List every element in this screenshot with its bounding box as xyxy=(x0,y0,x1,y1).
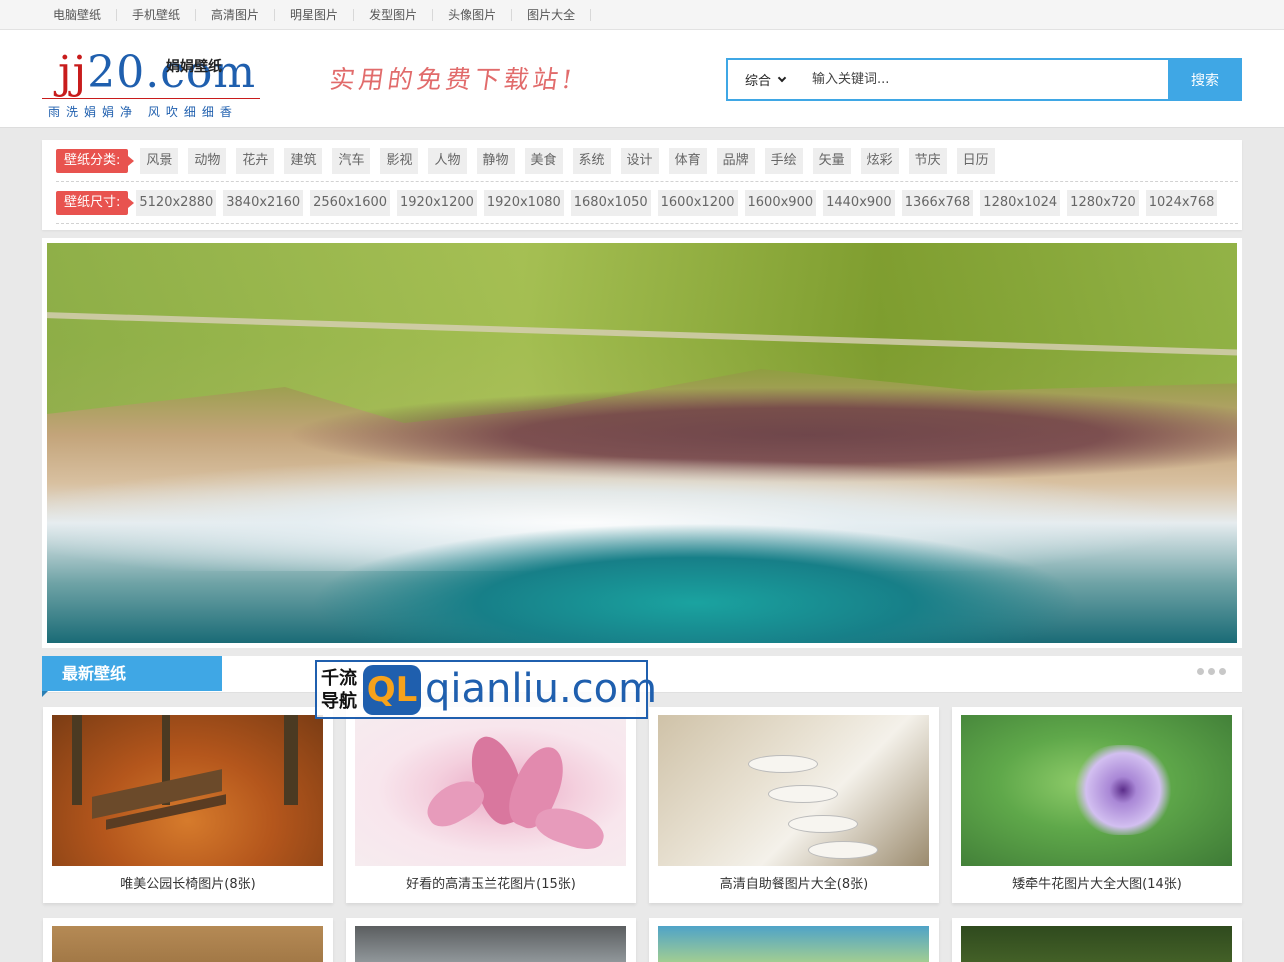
site-header: jj20.com 娟娟壁纸 雨洗娟娟净 风吹细细香 实用的免费下载站! 综合 搜… xyxy=(0,30,1284,128)
size-tag[interactable]: 1366x768 xyxy=(901,189,974,216)
category-tag[interactable]: 动物 xyxy=(188,147,227,174)
wallpaper-card[interactable] xyxy=(43,918,333,962)
category-tag[interactable]: 日历 xyxy=(956,147,995,174)
category-tag[interactable]: 矢量 xyxy=(812,147,851,174)
search-input[interactable] xyxy=(802,60,1168,99)
banner-image-coastline xyxy=(47,243,1237,643)
nav-item-desktop-wallpaper[interactable]: 电脑壁纸 xyxy=(38,9,118,21)
thumb-magnolia xyxy=(355,715,626,866)
search-type-select[interactable]: 综合 xyxy=(728,60,802,99)
hero-banner[interactable] xyxy=(42,238,1242,648)
wallpaper-card[interactable] xyxy=(346,918,636,962)
more-icon[interactable] xyxy=(1197,668,1226,675)
size-tag[interactable]: 1920x1080 xyxy=(483,189,564,216)
size-tag[interactable]: 1440x900 xyxy=(823,189,895,216)
size-tag[interactable]: 5120x2880 xyxy=(136,189,217,216)
category-tag[interactable]: 影视 xyxy=(380,147,419,174)
size-tag[interactable]: 1280x720 xyxy=(1067,189,1139,216)
search-button[interactable]: 搜索 xyxy=(1168,58,1242,101)
wallpaper-card[interactable] xyxy=(952,918,1242,962)
search-type-value: 综合 xyxy=(744,74,771,89)
site-logo[interactable]: jj20.com 娟娟壁纸 雨洗娟娟净 风吹细细香 xyxy=(40,48,262,120)
size-tag[interactable]: 1024x768 xyxy=(1145,189,1218,216)
thumb-partial xyxy=(52,926,323,962)
wallpaper-filter: 壁纸分类: 风景 动物 花卉 建筑 汽车 影视 人物 静物 美食 系统 设计 体育 品牌 手绘 矢量 炫彩 节庆… xyxy=(42,140,1242,230)
section-title: 最新壁纸 xyxy=(42,656,222,697)
size-tag[interactable]: 1600x1200 xyxy=(657,189,738,216)
wallpaper-grid: 唯美公园长椅图片(8张) 好看的高清玉兰花图片(15张) 高清自助餐图片大全(8… xyxy=(42,700,1242,962)
watermark-cn-text: 千流 导航 xyxy=(321,668,357,712)
watermark-domain: qianliu.com xyxy=(425,666,658,712)
search-bar: 综合 搜索 xyxy=(726,58,1242,101)
thumb-partial xyxy=(961,926,1232,962)
wallpaper-card[interactable]: 唯美公园长椅图片(8张) xyxy=(43,707,333,903)
nav-item-image-collection[interactable]: 图片大全 xyxy=(512,9,592,21)
size-tag[interactable]: 1280x1024 xyxy=(980,189,1061,216)
thumb-petunia xyxy=(961,715,1232,866)
top-nav: 电脑壁纸 手机壁纸 高清图片 明星图片 发型图片 头像图片 图片大全 xyxy=(0,0,1284,30)
category-tag[interactable]: 汽车 xyxy=(332,147,371,174)
thumb-buffet xyxy=(658,715,929,866)
nav-item-mobile-wallpaper[interactable]: 手机壁纸 xyxy=(117,9,197,21)
category-tag[interactable]: 美食 xyxy=(524,147,563,174)
category-tag[interactable]: 建筑 xyxy=(284,147,323,174)
category-tag[interactable]: 系统 xyxy=(572,147,611,174)
size-tag[interactable]: 1600x900 xyxy=(744,189,817,216)
category-tag[interactable]: 花卉 xyxy=(236,147,275,174)
wallpaper-card[interactable]: 好看的高清玉兰花图片(15张) xyxy=(346,707,636,903)
thumb-park-bench xyxy=(52,715,323,866)
wallpaper-card[interactable]: 矮牵牛花图片大全大图(14张) xyxy=(952,707,1242,903)
category-tag[interactable]: 手绘 xyxy=(764,147,803,174)
thumb-partial xyxy=(658,926,929,962)
size-label: 壁纸尺寸: xyxy=(56,190,135,215)
category-tag[interactable]: 体育 xyxy=(668,147,707,174)
watermark-logo: 千流 导航 QL qianliu.com xyxy=(315,660,657,719)
site-slogan: 实用的免费下载站! xyxy=(327,65,578,94)
card-caption[interactable]: 高清自助餐图片大全(8张) xyxy=(649,873,939,892)
card-caption[interactable]: 好看的高清玉兰花图片(15张) xyxy=(346,873,636,892)
logo-wordmark: jj20.com xyxy=(58,47,257,98)
category-filter-row: 壁纸分类: 风景 动物 花卉 建筑 汽车 影视 人物 静物 美食 系统 设计 体育 品牌 手绘 矢量 炫彩 节庆… xyxy=(56,140,1238,182)
card-caption[interactable]: 矮牵牛花图片大全大图(14张) xyxy=(952,873,1242,892)
chevron-down-icon xyxy=(777,73,787,82)
category-tag[interactable]: 设计 xyxy=(620,147,659,174)
category-tag[interactable]: 节庆 xyxy=(908,147,947,174)
nav-item-celebrity-images[interactable]: 明星图片 xyxy=(275,9,355,21)
thumb-partial xyxy=(355,926,626,962)
logo-tagline: 雨洗娟娟净 风吹细细香 xyxy=(48,105,238,119)
category-tag[interactable]: 静物 xyxy=(476,147,515,174)
category-tag[interactable]: 品牌 xyxy=(716,147,755,174)
category-label: 壁纸分类: xyxy=(56,148,135,173)
card-caption[interactable]: 唯美公园长椅图片(8张) xyxy=(43,873,333,892)
logo-subtitle: 娟娟壁纸 xyxy=(166,59,222,75)
category-tag[interactable]: 风景 xyxy=(140,147,179,174)
nav-item-hairstyle-images[interactable]: 发型图片 xyxy=(354,9,434,21)
watermark-badge: QL xyxy=(363,665,421,715)
nav-item-hd-images[interactable]: 高清图片 xyxy=(196,9,276,21)
size-tag[interactable]: 1920x1200 xyxy=(397,189,477,216)
category-tag[interactable]: 炫彩 xyxy=(860,147,899,174)
size-tag[interactable]: 1680x1050 xyxy=(570,189,651,216)
size-filter-row: 壁纸尺寸: 5120x2880 3840x2160 2560x1600 1920x12… xyxy=(56,182,1238,224)
size-tag[interactable]: 3840x2160 xyxy=(223,189,304,216)
size-tag[interactable]: 2560x1600 xyxy=(310,189,391,216)
wallpaper-card[interactable] xyxy=(649,918,939,962)
nav-item-avatar-images[interactable]: 头像图片 xyxy=(433,9,513,21)
category-tag[interactable]: 人物 xyxy=(428,147,467,174)
wallpaper-card[interactable]: 高清自助餐图片大全(8张) xyxy=(649,707,939,903)
logo-divider xyxy=(42,98,260,99)
